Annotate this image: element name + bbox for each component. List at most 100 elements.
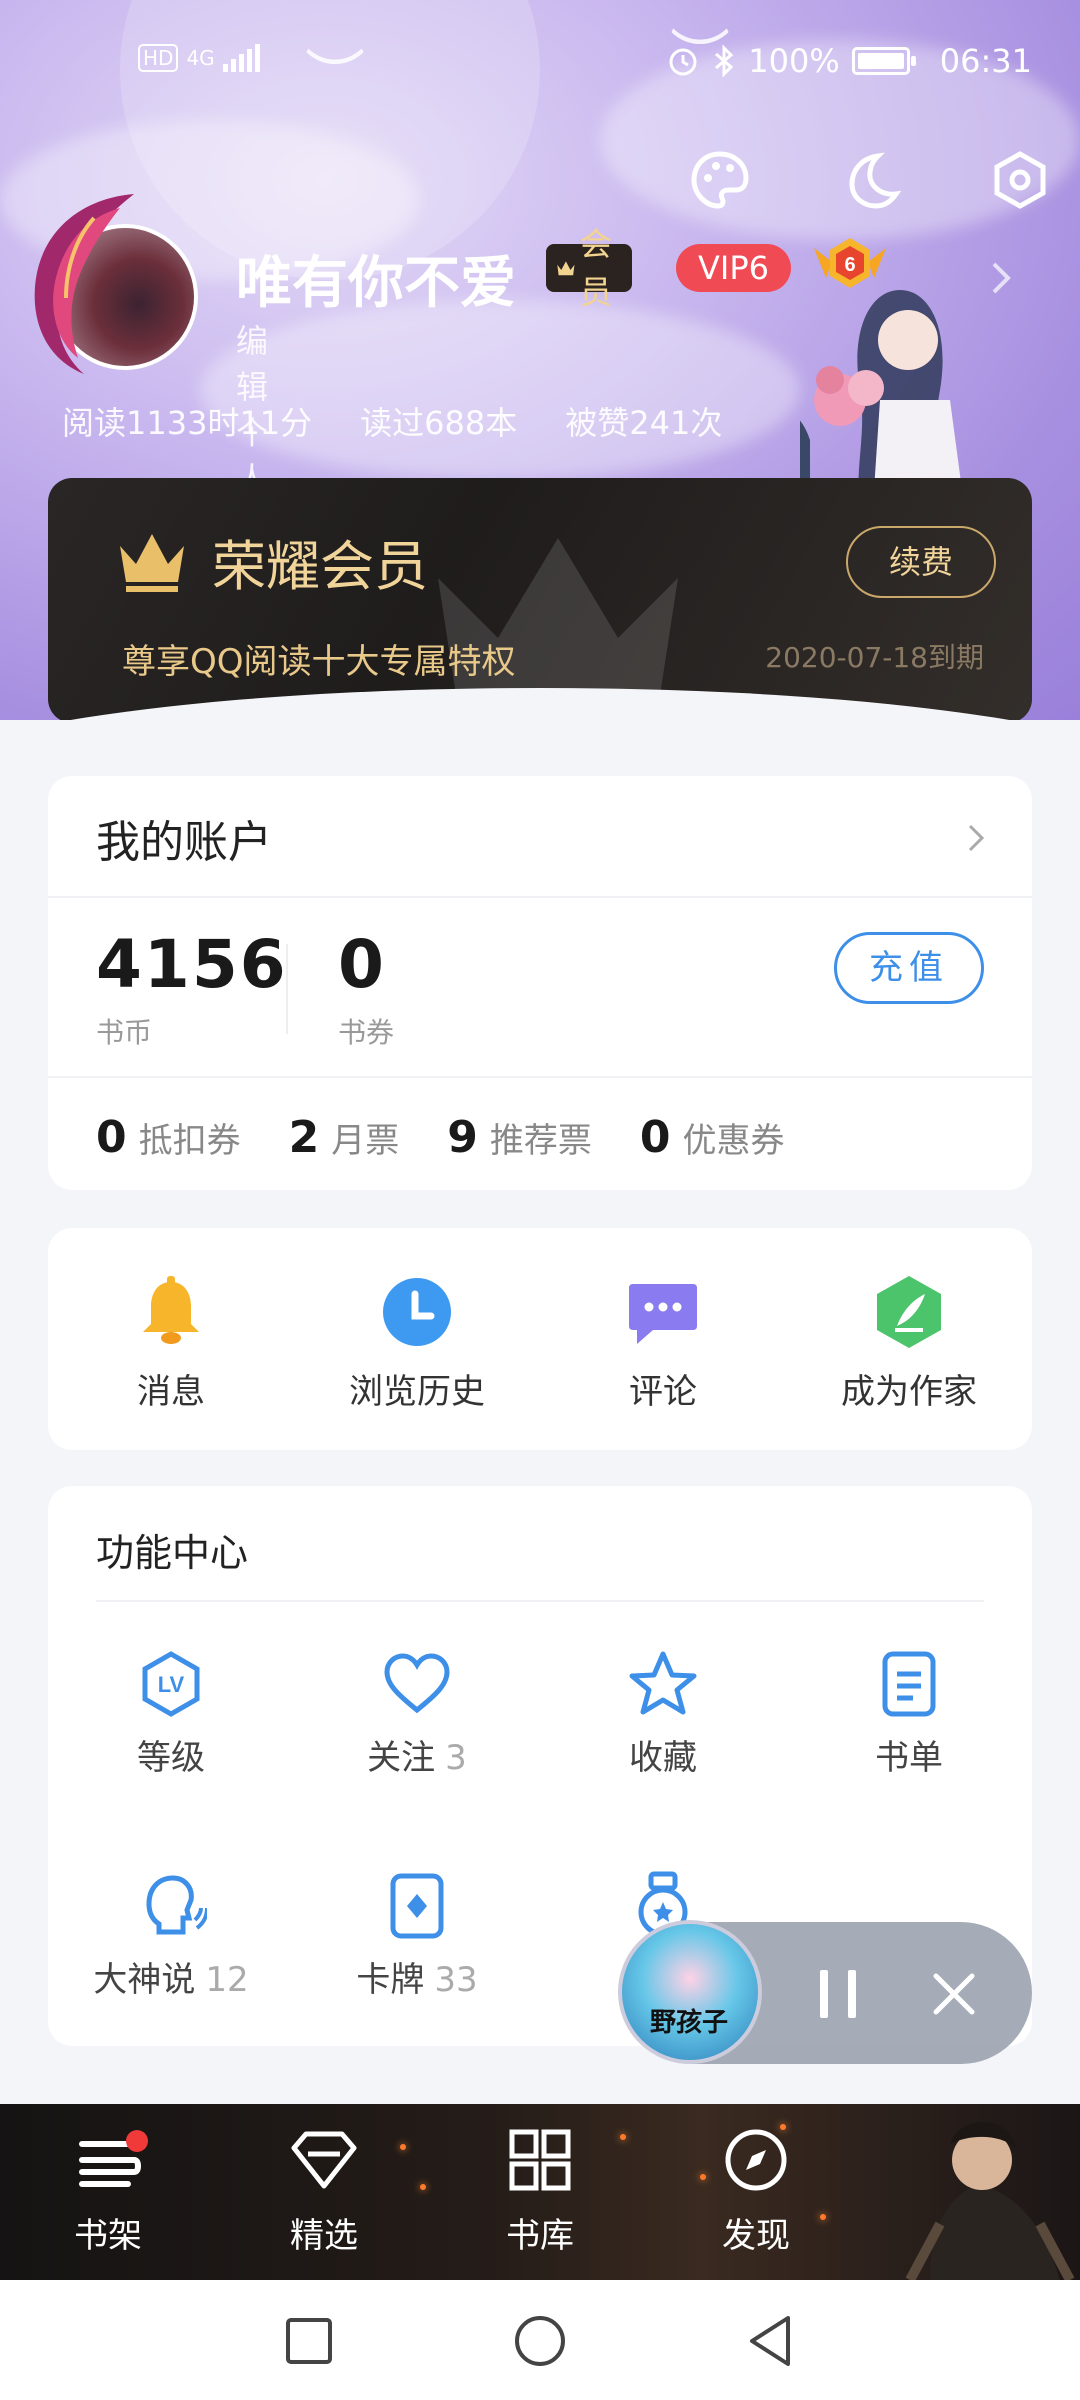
alarm-icon bbox=[669, 48, 697, 76]
coin-balance[interactable]: 4156 书币 bbox=[96, 926, 288, 1051]
card-icon bbox=[390, 1873, 444, 1939]
function-booklist[interactable]: 书单 bbox=[786, 1648, 1032, 1779]
function-label: 关注 bbox=[367, 1738, 436, 1778]
spark-decoration bbox=[620, 2134, 626, 2140]
quick-action-label: 浏览历史 bbox=[349, 1372, 485, 1412]
function-follow[interactable]: 关注 3 bbox=[294, 1648, 540, 1779]
function-cards[interactable]: 卡牌 33 bbox=[294, 1870, 540, 2001]
function-count: 3 bbox=[445, 1738, 467, 1778]
function-label: 大神说 bbox=[93, 1960, 196, 2000]
tab-discover[interactable]: 发现 bbox=[696, 2124, 816, 2257]
avatar-frame-phoenix bbox=[34, 194, 134, 374]
level-icon: LV bbox=[142, 1651, 200, 1717]
clock-time: 06:31 bbox=[939, 42, 1032, 80]
account-card: 我的账户 4156 书币 0 书券 充值 0 抵扣券 2 月票 9 推荐票 0 优惠券 bbox=[48, 776, 1032, 1190]
function-master-talk[interactable]: 大神说 12 bbox=[48, 1870, 294, 2001]
function-center-title: 功能中心 bbox=[96, 1531, 249, 1575]
quick-action-label: 评论 bbox=[629, 1372, 697, 1412]
function-count: 33 bbox=[434, 1960, 478, 2000]
function-label: 书单 bbox=[875, 1738, 943, 1778]
voucher-balance[interactable]: 0 书券 bbox=[338, 926, 394, 1051]
username[interactable]: 唯有你不爱 bbox=[236, 238, 516, 319]
ticket-summary: 0 抵扣券 2 月票 9 推荐票 0 优惠券 bbox=[96, 1112, 785, 1163]
renew-button[interactable]: 续费 bbox=[846, 526, 996, 598]
vip-card-subtitle: 尊享QQ阅读十大专属特权 bbox=[122, 642, 516, 682]
tab-label: 书架 bbox=[74, 2216, 142, 2256]
home-button[interactable] bbox=[511, 2312, 569, 2370]
warrior-illustration bbox=[905, 2121, 1075, 2280]
account-title[interactable]: 我的账户 bbox=[96, 806, 272, 870]
ticket-coupon[interactable]: 0 优惠券 bbox=[640, 1112, 785, 1163]
close-icon[interactable] bbox=[930, 1970, 978, 2018]
comment-icon bbox=[629, 1284, 697, 1344]
bluetooth-icon bbox=[715, 44, 734, 78]
floating-audio-player[interactable]: 野孩子 bbox=[618, 1920, 1032, 2064]
battery-percent: 100% bbox=[748, 42, 840, 80]
quick-action-label: 消息 bbox=[137, 1372, 205, 1412]
reading-stats: 阅读1133时11分 读过688本 被赞241次 bbox=[62, 398, 722, 444]
recharge-button[interactable]: 充值 bbox=[834, 932, 984, 1004]
diamond-icon bbox=[291, 2131, 357, 2189]
quick-action-label: 成为作家 bbox=[841, 1372, 977, 1412]
tab-bookshelf[interactable]: 书架 bbox=[48, 2124, 168, 2257]
spark-decoration bbox=[820, 2214, 826, 2220]
compass-icon bbox=[725, 2129, 787, 2191]
avatar[interactable] bbox=[28, 188, 208, 374]
quick-action-messages[interactable]: 消息 bbox=[48, 1228, 294, 1450]
function-label: 卡牌 bbox=[356, 1960, 425, 2000]
clock-icon bbox=[383, 1278, 451, 1346]
voucher-balance-value: 0 bbox=[338, 926, 386, 1003]
tab-label: 精选 bbox=[290, 2216, 358, 2256]
svg-text:LV: LV bbox=[158, 1672, 185, 1697]
function-level[interactable]: LV 等级 bbox=[48, 1648, 294, 1779]
status-bar: HD 4G 100% 06:31 bbox=[0, 40, 1080, 90]
spark-decoration bbox=[420, 2184, 426, 2190]
stat-likes: 被赞241次 bbox=[565, 404, 723, 442]
member-badge-label: 会员 bbox=[579, 225, 612, 311]
stat-books-read: 读过688本 bbox=[360, 404, 518, 442]
grid-icon bbox=[509, 2129, 571, 2191]
star-icon bbox=[629, 1651, 697, 1715]
function-count: 12 bbox=[205, 1960, 249, 2000]
chevron-right-icon[interactable] bbox=[966, 822, 986, 854]
member-badge[interactable]: 会员 bbox=[546, 225, 633, 311]
pause-icon[interactable] bbox=[816, 1966, 860, 2022]
divider bbox=[48, 896, 1032, 898]
voucher-balance-label: 书券 bbox=[338, 1016, 395, 1049]
settings-icon[interactable] bbox=[988, 148, 1052, 212]
vip-card-title: 荣耀会员 bbox=[212, 535, 428, 598]
booklist-icon bbox=[882, 1651, 936, 1717]
background-cloud bbox=[200, 300, 800, 480]
vip-level-badge[interactable]: VIP6 bbox=[676, 244, 791, 292]
network-type: 4G bbox=[186, 46, 215, 70]
audio-cover-art[interactable] bbox=[618, 1920, 762, 2064]
function-label: 收藏 bbox=[629, 1738, 697, 1778]
speaker-head-icon bbox=[146, 1875, 209, 1935]
crown-icon bbox=[557, 261, 575, 276]
quick-action-history[interactable]: 浏览历史 bbox=[294, 1228, 540, 1450]
palette-icon[interactable] bbox=[688, 148, 752, 212]
notification-dot bbox=[126, 2130, 148, 2152]
ticket-deduction[interactable]: 0 抵扣券 bbox=[96, 1112, 241, 1163]
ticket-monthly[interactable]: 2 月票 bbox=[289, 1112, 400, 1163]
profile-header: ︶ ︶ HD 4G 100% 06:31 唯有你不爱 会员 VIP6 6 编辑个… bbox=[0, 0, 1080, 720]
system-navigation-bar bbox=[0, 2280, 1080, 2400]
tab-label: 书库 bbox=[506, 2216, 574, 2256]
ticket-recommend[interactable]: 9 推荐票 bbox=[447, 1112, 592, 1163]
audio-cover-text: 野孩子 bbox=[650, 2008, 729, 2038]
night-mode-icon[interactable] bbox=[838, 148, 902, 212]
tab-featured[interactable]: 精选 bbox=[264, 2124, 384, 2257]
vip-expire-date: 2020-07-18到期 bbox=[765, 641, 984, 674]
quick-action-become-writer[interactable]: 成为作家 bbox=[786, 1228, 1032, 1450]
crown-icon bbox=[120, 534, 184, 592]
function-favorites[interactable]: 收藏 bbox=[540, 1648, 786, 1779]
back-button[interactable] bbox=[742, 2312, 800, 2370]
recent-apps-button[interactable] bbox=[280, 2312, 338, 2370]
bottom-tab-bar: 书架 精选 书库 发现 bbox=[0, 2104, 1080, 2280]
heart-icon bbox=[384, 1653, 450, 1714]
quick-action-comments[interactable]: 评论 bbox=[540, 1228, 786, 1450]
spark-decoration bbox=[400, 2144, 406, 2150]
stat-read-time: 阅读1133时11分 bbox=[62, 404, 313, 442]
vip-membership-card[interactable]: 荣耀会员 尊享QQ阅读十大专属特权 续费 2020-07-18到期 bbox=[48, 478, 1032, 720]
tab-library[interactable]: 书库 bbox=[480, 2124, 600, 2257]
